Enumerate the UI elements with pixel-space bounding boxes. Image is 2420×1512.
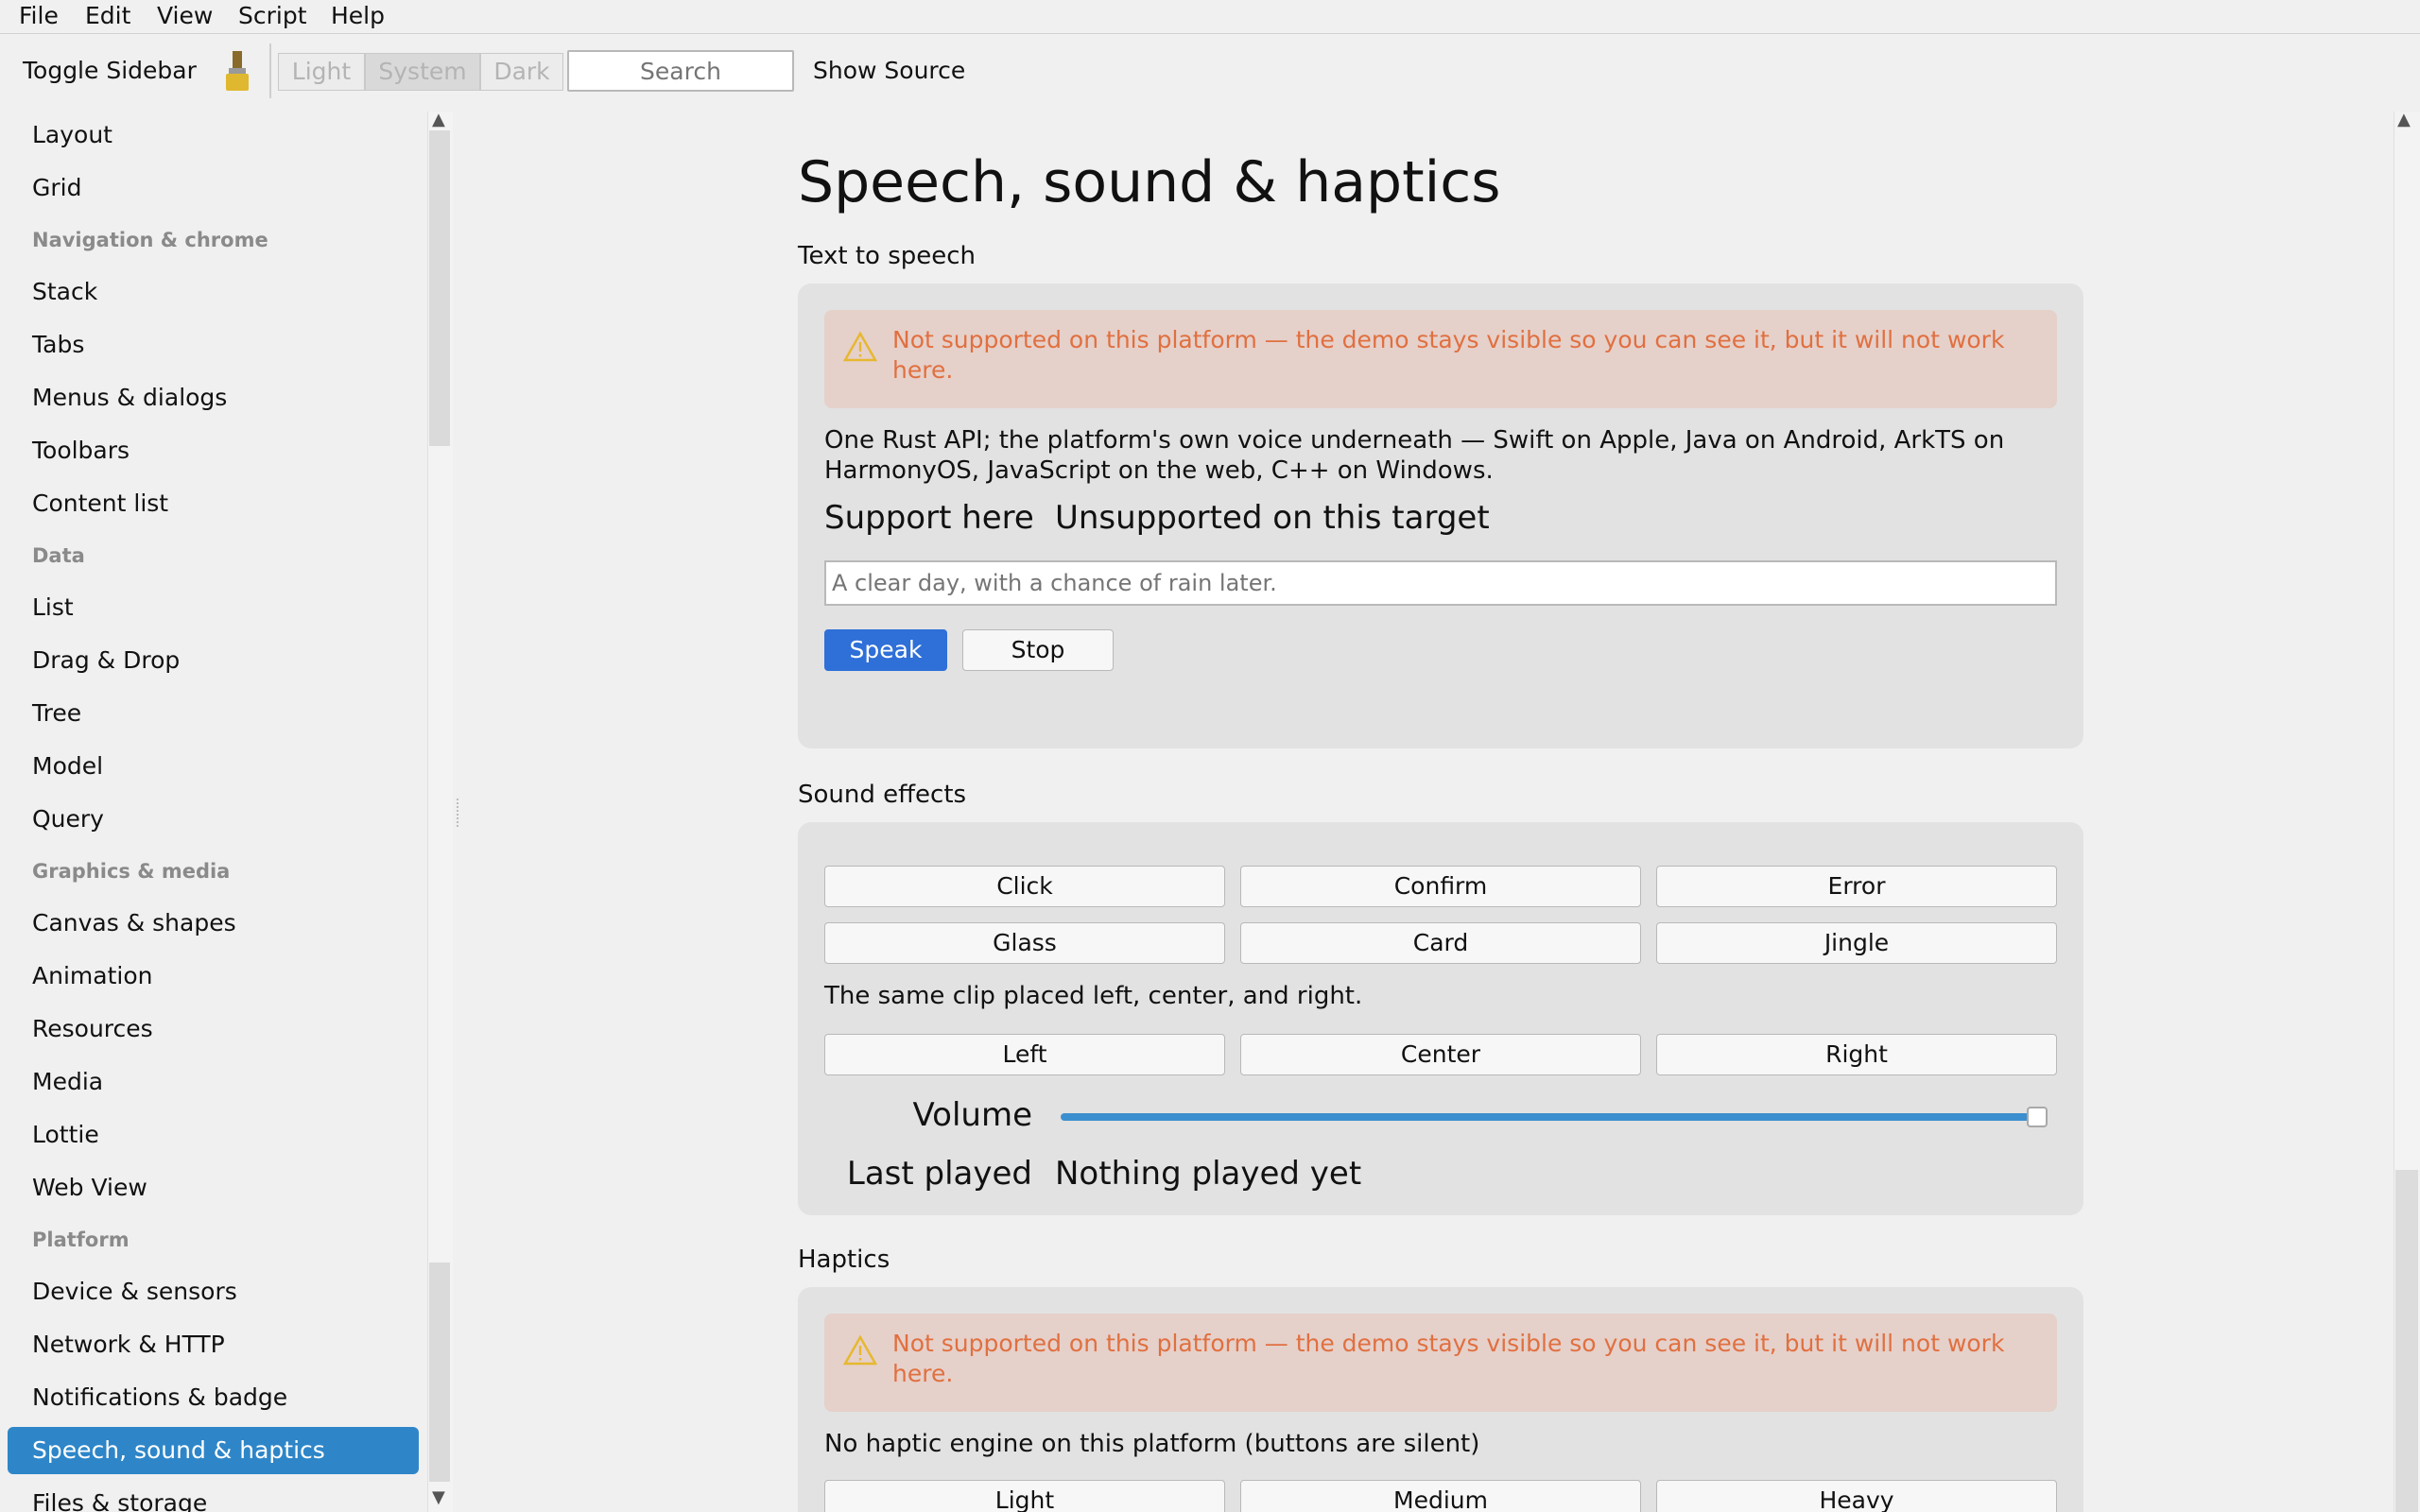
support-label: Support here [824, 499, 1034, 537]
menu-edit[interactable]: Edit [85, 2, 130, 29]
clip-confirm-button[interactable]: Confirm [1240, 866, 1641, 907]
clip-glass-button[interactable]: Glass [824, 922, 1225, 964]
sidebar-item-tabs[interactable]: Tabs [8, 321, 419, 369]
sidebar-item-files-storage[interactable]: Files & storage [8, 1480, 419, 1512]
toolbar: Toggle Sidebar Light System Dark Show So… [0, 34, 2420, 110]
menu-view[interactable]: View [157, 2, 213, 29]
sidebar-section-navigation: Navigation & chrome [32, 229, 268, 251]
sidebar-item-notifications-badge[interactable]: Notifications & badge [8, 1374, 419, 1421]
sidebar-item-toolbars[interactable]: Toolbars [8, 427, 419, 474]
theme-system-button[interactable]: System [365, 53, 480, 91]
haptics-warning-text: Not supported on this platform — the dem… [892, 1330, 2005, 1387]
tts-warning-banner: Not supported on this platform — the dem… [824, 310, 2057, 408]
sidebar-splitter-handle[interactable] [457, 799, 461, 827]
haptics-note: No haptic engine on this platform (butto… [824, 1430, 1480, 1458]
page-title: Speech, sound & haptics [798, 149, 1501, 215]
sidebar-item-device-sensors[interactable]: Device & sensors [8, 1268, 419, 1315]
tts-warning-text: Not supported on this platform — the dem… [892, 326, 2005, 384]
haptic-heavy-button[interactable]: Heavy [1656, 1480, 2057, 1512]
clip-jingle-button[interactable]: Jingle [1656, 922, 2057, 964]
clip-error-button[interactable]: Error [1656, 866, 2057, 907]
menu-script[interactable]: Script [238, 2, 307, 29]
last-played-value: Nothing played yet [1055, 1155, 1362, 1193]
volume-label: Volume [912, 1096, 1032, 1134]
sidebar-section-platform: Platform [32, 1228, 130, 1251]
sidebar-item-drag-drop[interactable]: Drag & Drop [8, 637, 419, 684]
last-played-label: Last played [846, 1155, 1032, 1193]
haptic-light-button[interactable]: Light [824, 1480, 1225, 1512]
sidebar-section-graphics: Graphics & media [32, 860, 231, 883]
sidebar-item-grid[interactable]: Grid [8, 164, 419, 212]
tts-card: Not supported on this platform — the dem… [798, 284, 2083, 748]
pan-center-button[interactable]: Center [1240, 1034, 1641, 1075]
tts-section-title: Text to speech [798, 242, 977, 270]
sfx-section-title: Sound effects [798, 781, 967, 809]
haptics-warning-banner: Not supported on this platform — the dem… [824, 1314, 2057, 1412]
warning-icon [843, 331, 877, 362]
sidebar-item-tree[interactable]: Tree [8, 690, 419, 737]
sidebar: Layout Grid Navigation & chrome Stack Ta… [0, 112, 427, 1512]
volume-slider-thumb[interactable] [2027, 1107, 2048, 1127]
stop-button[interactable]: Stop [962, 629, 1114, 671]
scroll-up-arrow-icon[interactable]: ▲ [432, 110, 445, 129]
main-content: Speech, sound & haptics Text to speech N… [463, 112, 2392, 1512]
haptics-section-title: Haptics [798, 1246, 890, 1274]
sidebar-item-lottie[interactable]: Lottie [8, 1111, 419, 1159]
sidebar-item-animation[interactable]: Animation [8, 953, 419, 1000]
theme-dark-button[interactable]: Dark [480, 53, 563, 91]
menu-file[interactable]: File [19, 2, 59, 29]
sidebar-item-web-view[interactable]: Web View [8, 1164, 419, 1211]
menu-help[interactable]: Help [331, 2, 385, 29]
sfx-card: Click Confirm Error Glass Card Jingle Th… [798, 822, 2083, 1215]
main-scroll-thumb[interactable] [2395, 1170, 2418, 1512]
clip-card-button[interactable]: Card [1240, 922, 1641, 964]
sidebar-item-network-http[interactable]: Network & HTTP [8, 1321, 419, 1368]
toolbar-separator [269, 43, 271, 98]
sidebar-item-model[interactable]: Model [8, 743, 419, 790]
volume-slider-track[interactable] [1061, 1113, 2044, 1121]
pan-note: The same clip placed left, center, and r… [824, 982, 1363, 1010]
sidebar-item-resources[interactable]: Resources [8, 1005, 419, 1053]
scroll-down-arrow-icon[interactable]: ▼ [432, 1487, 445, 1507]
theme-light-button[interactable]: Light [278, 53, 365, 91]
sidebar-scroll-thumb[interactable] [429, 130, 450, 446]
sidebar-item-content-list[interactable]: Content list [8, 480, 419, 527]
sidebar-item-list[interactable]: List [8, 584, 419, 631]
pan-right-button[interactable]: Right [1656, 1034, 2057, 1075]
toggle-sidebar-button[interactable]: Toggle Sidebar [23, 57, 197, 84]
sidebar-item-layout[interactable]: Layout [8, 112, 419, 159]
warning-icon [843, 1334, 877, 1366]
haptics-card: Not supported on this platform — the dem… [798, 1287, 2083, 1512]
haptic-medium-button[interactable]: Medium [1240, 1480, 1641, 1512]
menu-bar: File Edit View Script Help [0, 0, 2420, 34]
clip-click-button[interactable]: Click [824, 866, 1225, 907]
sidebar-item-speech-sound-haptics[interactable]: Speech, sound & haptics [8, 1427, 419, 1474]
support-value: Unsupported on this target [1055, 499, 1490, 537]
search-input[interactable] [567, 50, 794, 92]
sidebar-item-canvas-shapes[interactable]: Canvas & shapes [8, 900, 419, 947]
paintbrush-icon[interactable] [223, 49, 251, 93]
sidebar-scroll-thumb-lower[interactable] [429, 1263, 450, 1482]
show-source-button[interactable]: Show Source [813, 57, 965, 84]
sidebar-item-media[interactable]: Media [8, 1058, 419, 1106]
speak-button[interactable]: Speak [824, 629, 947, 671]
main-scroll-up-arrow-icon[interactable]: ▲ [2397, 110, 2411, 129]
sidebar-item-stack[interactable]: Stack [8, 268, 419, 316]
tts-description: One Rust API; the platform's own voice u… [824, 426, 2005, 485]
pan-left-button[interactable]: Left [824, 1034, 1225, 1075]
sidebar-section-data: Data [32, 544, 85, 567]
sidebar-item-query[interactable]: Query [8, 796, 419, 843]
tts-text-input[interactable] [824, 560, 2057, 606]
sidebar-item-menus-dialogs[interactable]: Menus & dialogs [8, 374, 419, 421]
